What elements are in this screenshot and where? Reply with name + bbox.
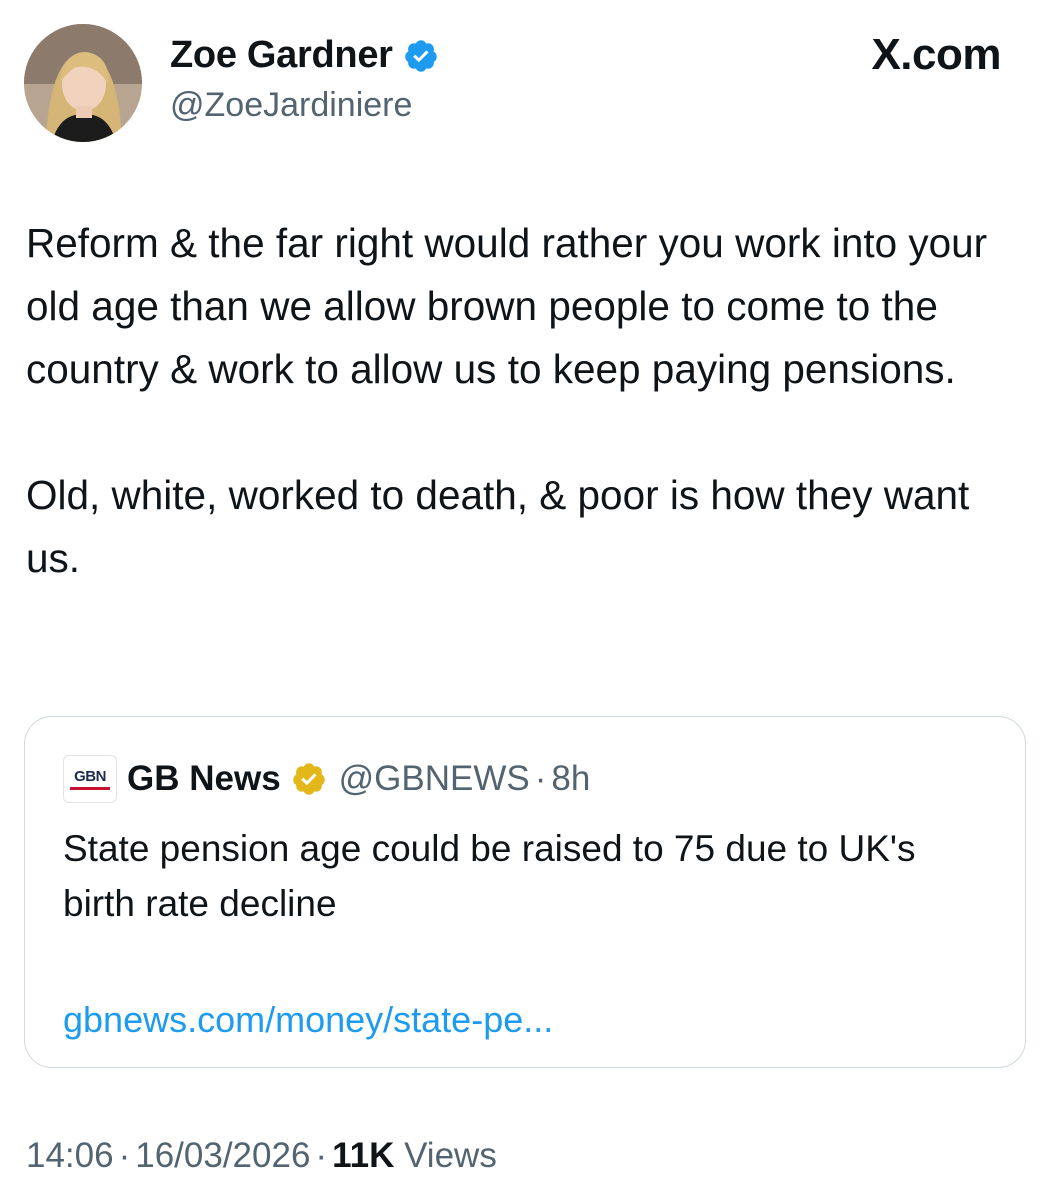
- tweet-text: Reform & the far right would rather you …: [26, 212, 1031, 590]
- author-handle[interactable]: @ZoeJardiniere: [170, 86, 412, 125]
- views-label: Views: [404, 1136, 497, 1175]
- views-count[interactable]: 11K: [332, 1136, 394, 1175]
- gold-verified-badge-icon: [292, 763, 325, 795]
- quoted-tweet-link[interactable]: gbnews.com/money/state-pe...: [63, 999, 553, 1041]
- separator-dot: ·: [118, 1136, 131, 1175]
- quoted-tweet-header: GBN GB News @GBNEWS · 8h: [63, 755, 590, 803]
- gb-news-logo-text: GBN: [74, 767, 106, 785]
- quoted-tweet-time[interactable]: 8h: [551, 759, 590, 799]
- tweet-date[interactable]: 16/03/2026: [135, 1136, 310, 1175]
- brand-label: X.com: [871, 30, 1001, 79]
- quoted-tweet-text: State pension age could be raised to 75 …: [63, 828, 916, 924]
- tweet-meta: 14:06 · 16/03/2026 · 11K Views: [26, 1136, 497, 1176]
- quoted-tweet-card[interactable]: GBN GB News @GBNEWS · 8h State pension a…: [24, 716, 1026, 1068]
- tweet-paragraph: Reform & the far right would rather you …: [26, 220, 988, 392]
- quoted-tweet-handle[interactable]: @GBNEWS: [339, 759, 530, 799]
- tweet-time[interactable]: 14:06: [26, 1136, 114, 1175]
- separator-dot: ·: [534, 759, 547, 798]
- author-display-name[interactable]: Zoe Gardner: [170, 34, 393, 77]
- quoted-tweet-display-name[interactable]: GB News: [127, 759, 281, 799]
- verified-badge-icon: [404, 39, 437, 72]
- avatar-image: [24, 24, 142, 142]
- separator-dot: ·: [315, 1136, 328, 1175]
- tweet-paragraph: Old, white, worked to death, & poor is h…: [26, 472, 970, 581]
- author-name-row[interactable]: Zoe Gardner: [170, 34, 439, 77]
- author-avatar[interactable]: [24, 24, 142, 142]
- gb-news-logo: GBN: [63, 755, 117, 803]
